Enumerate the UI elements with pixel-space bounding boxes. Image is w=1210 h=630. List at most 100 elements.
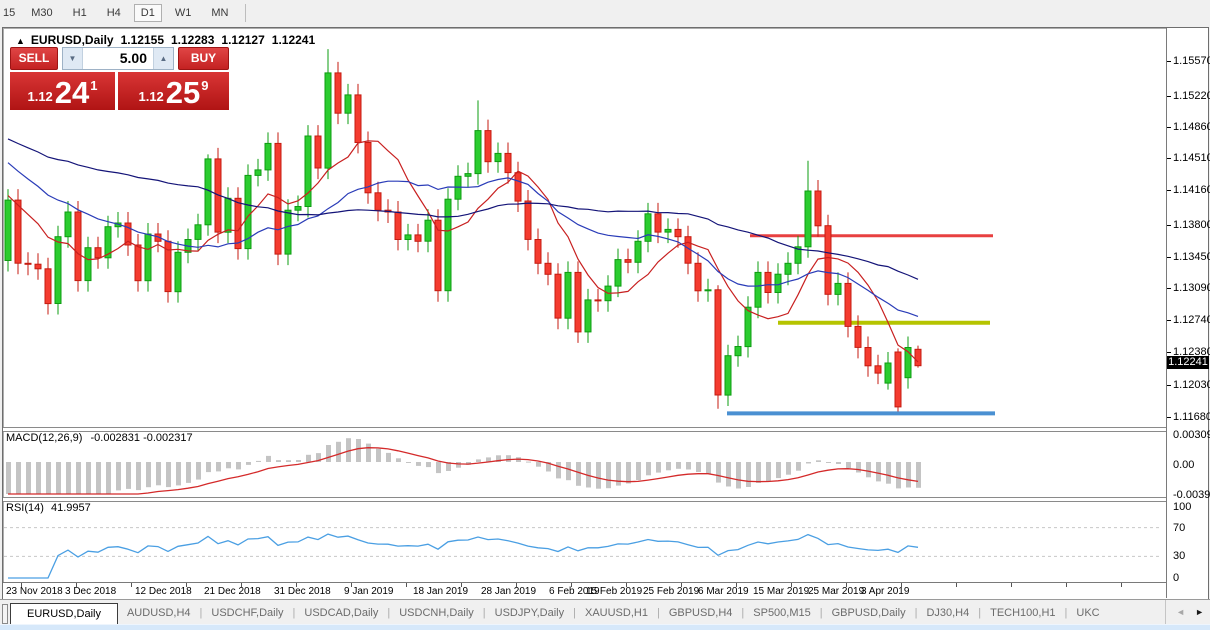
date-axis-tick — [21, 583, 22, 587]
price-axis-label: 1.13090 — [1173, 282, 1210, 294]
date-axis-tick — [516, 583, 517, 587]
macd-axis-label: 0.003095 — [1173, 429, 1210, 441]
rsi-axis-label: 100 — [1173, 501, 1191, 513]
price-axis-tick — [1167, 320, 1171, 321]
price-axis-label: 1.15220 — [1173, 90, 1210, 102]
volume-decrease-icon[interactable]: ▼ — [63, 48, 83, 69]
sell-button[interactable]: SELL — [10, 47, 58, 70]
price-axis-tick — [1167, 257, 1171, 258]
rsi-value: 41.9957 — [51, 502, 91, 514]
date-axis-tick — [571, 583, 572, 587]
buy-price-box[interactable]: 1.12 25 9 — [118, 72, 229, 110]
price-axis-tick — [1167, 288, 1171, 289]
buy-price-big: 25 — [166, 79, 200, 107]
date-axis-label: 18 Jan 2019 — [413, 586, 468, 597]
sell-price-prefix: 1.12 — [27, 89, 52, 104]
date-axis-tick — [406, 583, 407, 587]
price-axis-label: 1.14510 — [1173, 152, 1210, 164]
price-axis-tick — [1167, 190, 1171, 191]
macd-values: -0.002831 -0.002317 — [90, 432, 192, 444]
tab-usdjpy-daily[interactable]: USDJPY,Daily — [486, 604, 574, 625]
tab-tech100-h1[interactable]: TECH100,H1 — [981, 604, 1064, 625]
rsi-label: RSI(14) 41.9957 — [6, 502, 91, 514]
price-axis-tick — [1167, 127, 1171, 128]
scroll-left-icon[interactable]: ◄ — [1176, 600, 1185, 625]
tab-gbpusd-h4[interactable]: GBPUSD,H4 — [660, 604, 742, 625]
timeframe-h1[interactable]: H1 — [66, 4, 94, 22]
sell-price-box[interactable]: 1.12 24 1 — [10, 72, 115, 110]
volume-input[interactable]: 5.00 — [83, 48, 153, 69]
tab-audusd-h4[interactable]: AUDUSD,H4 — [118, 604, 200, 625]
timeframe-m30[interactable]: M30 — [24, 4, 59, 22]
date-axis-tick — [626, 583, 627, 587]
tab-ukc[interactable]: UKC — [1067, 604, 1108, 625]
date-axis-label: 25 Feb 2019 — [643, 586, 699, 597]
date-axis-label: 15 Mar 2019 — [753, 586, 809, 597]
tab-scroll-arrows: ◄ ► — [1165, 600, 1210, 625]
date-axis-tick — [351, 583, 352, 587]
tab-gbpusd-daily[interactable]: GBPUSD,Daily — [823, 604, 915, 625]
buy-price-sup: 9 — [201, 78, 208, 93]
ohlc-low: 1.12127 — [221, 33, 264, 47]
price-axis-tick — [1167, 225, 1171, 226]
tab-usdcad-daily[interactable]: USDCAD,Daily — [295, 604, 387, 625]
timeframe-d1[interactable]: D1 — [134, 4, 162, 22]
tab-xauusd-h1[interactable]: XAUUSD,H1 — [576, 604, 657, 625]
price-axis[interactable]: 1.15570 1.15220 1.14860 1.14510 1.14160 1.138… — [1166, 28, 1208, 598]
timeframe-15[interactable]: 15 — [0, 4, 22, 22]
date-axis-tick — [681, 583, 682, 587]
date-axis-label: 12 Dec 2018 — [135, 586, 192, 597]
rsi-axis-label: 0 — [1173, 572, 1179, 584]
price-axis-tick — [1167, 61, 1171, 62]
macd-name: MACD(12,26,9) — [6, 432, 82, 444]
collapse-triangle-icon[interactable]: ▲ — [16, 36, 25, 46]
volume-increase-icon[interactable]: ▲ — [153, 48, 173, 69]
date-axis-tick — [186, 583, 187, 587]
price-axis-tick — [1167, 158, 1171, 159]
time-axis[interactable]: 23 Nov 20183 Dec 201812 Dec 201821 Dec 2… — [3, 582, 1166, 599]
macd-label: MACD(12,26,9) -0.002831 -0.002317 — [6, 432, 193, 444]
scroll-right-icon[interactable]: ► — [1195, 600, 1204, 625]
chart-symbol-label: EURUSD,Daily — [31, 33, 114, 47]
tab-usdchf-daily[interactable]: USDCHF,Daily — [202, 604, 292, 625]
price-axis-label: 1.11680 — [1173, 411, 1210, 423]
date-axis-label: 23 Nov 2018 — [6, 586, 63, 597]
date-axis-label: 6 Mar 2019 — [698, 586, 749, 597]
date-axis-label: 3 Dec 2018 — [65, 586, 116, 597]
buy-button[interactable]: BUY — [178, 47, 229, 70]
date-axis-label: 25 Mar 2019 — [808, 586, 864, 597]
price-axis-label: 1.12740 — [1173, 314, 1210, 326]
price-axis-tick — [1167, 385, 1171, 386]
price-axis-label: 1.14860 — [1173, 121, 1210, 133]
tab-eurusd-daily[interactable]: EURUSD,Daily — [10, 603, 118, 625]
price-axis-tick — [1167, 417, 1171, 418]
rsi-name: RSI(14) — [6, 502, 44, 514]
timeframe-mn[interactable]: MN — [204, 4, 235, 22]
date-axis-tick — [1066, 583, 1067, 587]
tabbar-grip[interactable] — [2, 604, 8, 624]
date-axis-tick — [296, 583, 297, 587]
price-axis-label: 1.14160 — [1173, 184, 1210, 196]
macd-axis-label: -0.003947 — [1173, 489, 1210, 501]
tab-dj30-h4[interactable]: DJ30,H4 — [917, 604, 978, 625]
price-axis-label: 1.13450 — [1173, 251, 1210, 263]
ohlc-close: 1.12241 — [272, 33, 315, 47]
rsi-indicator-canvas[interactable] — [0, 500, 1166, 580]
date-axis-label: 28 Jan 2019 — [481, 586, 536, 597]
timeframe-h4[interactable]: H4 — [100, 4, 128, 22]
tab-usdcnh-daily[interactable]: USDCNH,Daily — [390, 604, 483, 625]
date-axis-tick — [131, 583, 132, 587]
date-axis-tick — [736, 583, 737, 587]
one-click-trading-widget: SELL ▼ 5.00 ▲ BUY 1.12 24 1 1.12 25 9 — [10, 47, 229, 110]
chart-tab-bar: EURUSD,Daily AUDUSD,H4|USDCHF,Daily|USDC… — [0, 599, 1210, 625]
timeframe-w1[interactable]: W1 — [168, 4, 199, 22]
sell-price-big: 24 — [55, 79, 89, 107]
tab-sp500-m15[interactable]: SP500,M15 — [744, 604, 819, 625]
status-strip — [0, 624, 1210, 630]
price-axis-label: 1.15570 — [1173, 55, 1210, 67]
date-axis-tick — [846, 583, 847, 587]
date-axis-tick — [791, 583, 792, 587]
sell-price-sup: 1 — [90, 78, 97, 93]
price-axis-label: 1.13800 — [1173, 219, 1210, 231]
rsi-axis-label: 70 — [1173, 522, 1185, 534]
